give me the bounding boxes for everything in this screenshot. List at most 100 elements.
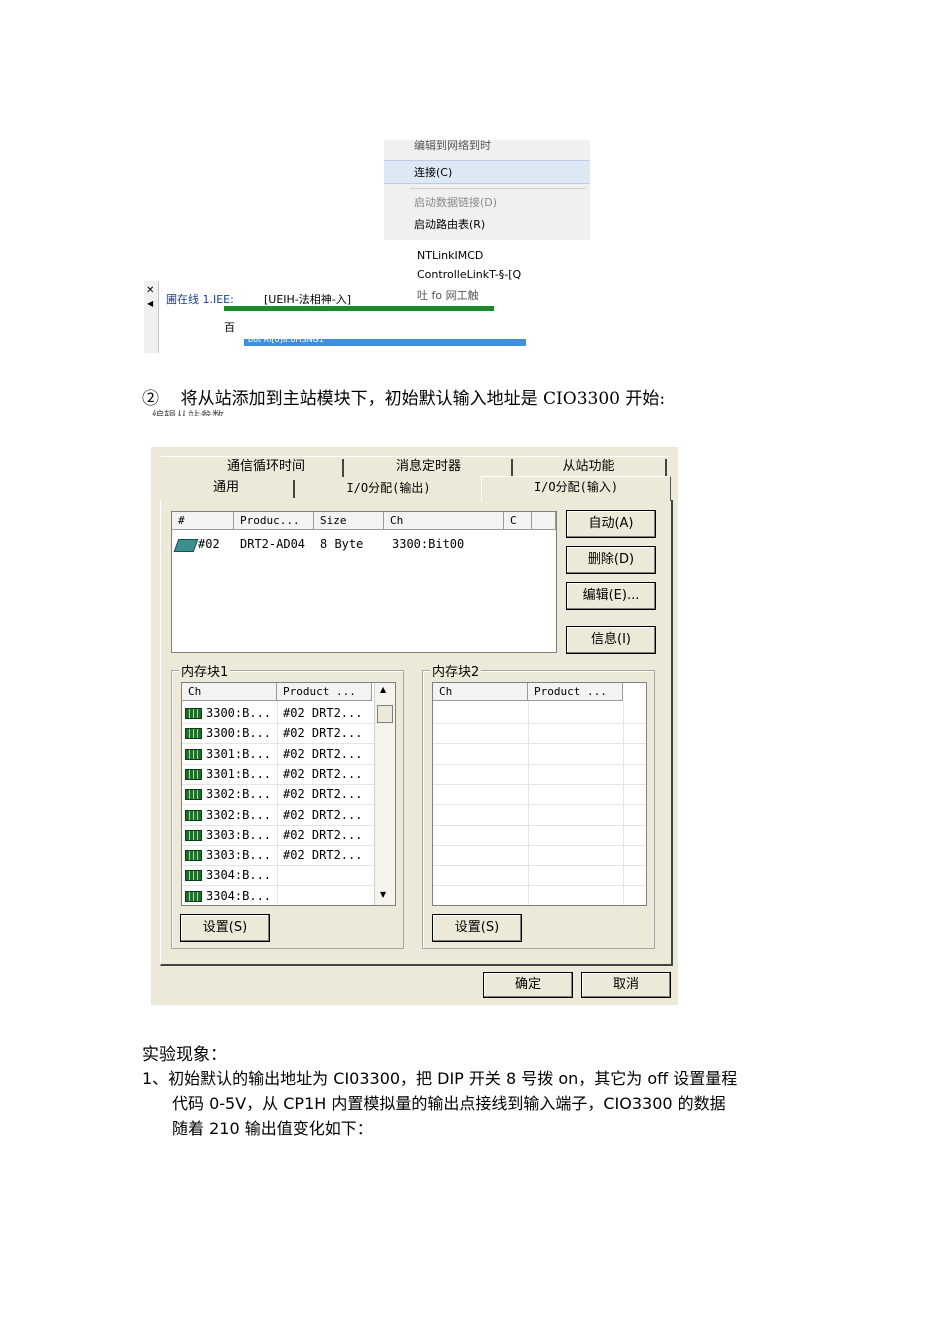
table-row[interactable]: 3303:B... #02 DRT2... — [182, 845, 374, 865]
grid-column-line — [623, 701, 624, 905]
close-icon[interactable]: ✕ — [146, 285, 154, 296]
cell-product: #02 DRT2... — [283, 848, 363, 863]
online-row-value: [UEIH-法相神-入] — [264, 293, 352, 306]
selected-row[interactable]: bot Ri[0]8.0HSNG1 — [244, 335, 526, 346]
scroll-down-icon[interactable]: ▼ — [380, 890, 386, 899]
network-line: NTLinkIMCD — [417, 249, 484, 262]
tab-io-input[interactable]: I/O分配(输入) — [483, 477, 669, 497]
results-line-1: 1、初始默认的输出地址为 CI03300，把 DIP 开关 8 号拨 on，其它… — [142, 1069, 738, 1088]
table-row[interactable]: #02 DRT2-AD04 8 Byte 3300:Bit00 — [172, 534, 556, 554]
cancel-button[interactable]: 取消 — [581, 972, 671, 998]
grid-line — [433, 844, 646, 846]
scroll-up-icon[interactable]: ▲ — [380, 685, 386, 694]
memory-icon — [185, 708, 202, 719]
cell-product: #02 DRT2... — [283, 787, 363, 802]
cell-ch: 3300:B... — [185, 723, 271, 743]
memory-icon — [185, 829, 202, 841]
menu-cut-text: 编辑到网络到时 — [414, 140, 491, 152]
arrow-left-icon[interactable]: ◀ — [147, 299, 153, 308]
col-header-product[interactable]: Product ... — [528, 683, 623, 701]
device-icon — [173, 539, 199, 552]
cell-ch: 3300:B... — [185, 703, 271, 723]
cell-ch-text: 3304:B... — [206, 888, 272, 903]
set-button-block2[interactable]: 设置(S) — [432, 914, 522, 942]
col-header-ch[interactable]: Ch — [384, 512, 504, 530]
col-header-c[interactable]: C — [504, 512, 532, 530]
info-button[interactable]: 信息(I) — [566, 626, 656, 654]
cell-ch-text: 3302:B... — [206, 807, 272, 822]
grid-line — [433, 865, 646, 867]
step2-text: 将从站添加到主站模块下，初始默认输入地址是 CIO3300 开始: — [180, 389, 666, 409]
tab-divider — [511, 459, 513, 477]
cell-ch: 3304:B... — [185, 865, 271, 885]
cell-ch: 3302:B... — [185, 805, 271, 825]
ok-button[interactable]: 确定 — [483, 972, 573, 998]
col-header-num[interactable]: # — [172, 512, 234, 530]
cell-ch-text: 3301:B... — [206, 766, 272, 781]
col-header-product[interactable]: Produc... — [234, 512, 314, 530]
edit-button[interactable]: 编辑(E)... — [566, 582, 656, 610]
cell-size: 8 Byte — [320, 537, 364, 551]
cell-product: DRT2-AD04 — [240, 537, 306, 551]
col-header-ch[interactable]: Ch — [433, 683, 528, 701]
menu-item-start-datalink[interactable]: 启动数据链接(D) — [414, 194, 497, 210]
table-row[interactable]: 3300:B... #02 DRT2... — [182, 703, 374, 723]
tab-comm-cycle[interactable]: 通信循环时间 — [181, 457, 351, 477]
tab-io-output[interactable]: I/O分配(输出) — [301, 478, 476, 498]
col-header-ch[interactable]: Ch — [182, 683, 277, 701]
memory-icon — [185, 748, 202, 760]
table-row[interactable]: 3301:B... #02 DRT2... — [182, 764, 374, 784]
cell-ch: 3300:Bit00 — [392, 537, 465, 551]
auto-button[interactable]: 自动(A) — [566, 510, 656, 538]
grid-line — [433, 804, 646, 806]
cell-ch: 3302:B... — [185, 784, 271, 804]
menu-separator — [410, 188, 586, 189]
network-line: ControlleLinkT-§-[Q — [417, 268, 522, 281]
cell-ch-text: 3304:B... — [206, 868, 272, 883]
menu-item-start-routing[interactable]: 启动路由表(R) — [414, 216, 485, 232]
cell-num: #02 — [198, 537, 220, 551]
tab-msg-timer[interactable]: 消息定时器 — [351, 457, 506, 477]
table-row[interactable]: 3304:B... — [182, 865, 374, 885]
set-button-block1[interactable]: 设置(S) — [180, 914, 270, 942]
memory-icon — [185, 850, 202, 862]
delete-button[interactable]: 删除(D) — [566, 546, 656, 574]
cell-ch: 3304:B... — [185, 886, 272, 905]
context-menu: 编辑到网络到时 连接(C) 启动数据链接(D) 启动路由表(R) — [384, 140, 590, 240]
col-header-size[interactable]: Size — [314, 512, 384, 530]
tab-slave-func[interactable]: 从站功能 — [516, 457, 661, 477]
tab-divider — [342, 459, 344, 477]
memory-icon — [185, 728, 202, 740]
table-row[interactable]: 3302:B... #02 DRT2... — [182, 784, 374, 804]
caption-cut: 编辑从站参数 — [152, 409, 225, 416]
cell-ch: 3301:B... — [185, 764, 271, 784]
memory-icon — [185, 789, 202, 801]
scrollbar[interactable]: ▲ ▼ — [374, 683, 395, 905]
tab-divider — [665, 459, 667, 477]
cell-ch: 3303:B... — [185, 845, 271, 865]
cell-ch: 3303:B... — [185, 825, 271, 845]
memory-icon — [185, 809, 202, 821]
table-row[interactable]: 3302:B... #02 DRT2... — [182, 805, 374, 825]
cell-ch-text: 3302:B... — [206, 787, 272, 802]
grid-line — [433, 743, 646, 745]
tab-divider — [293, 480, 295, 498]
scroll-thumb[interactable] — [377, 705, 393, 723]
table-row[interactable]: 3304:B... — [182, 886, 374, 905]
tab-general[interactable]: 通用 — [161, 478, 291, 498]
col-header-product[interactable]: Product ... — [277, 683, 372, 701]
grid-column-line — [277, 701, 278, 905]
grid-line — [433, 783, 646, 785]
slave-parameter-dialog: 通信循环时间 消息定时器 从站功能 通用 I/O分配(输出) I/O分配(输入)… — [151, 447, 678, 1005]
cell-product: #02 DRT2... — [283, 726, 363, 741]
table-row[interactable]: 3301:B... #02 DRT2... — [182, 744, 374, 764]
menu-item-connect[interactable]: 连接(C) — [414, 164, 452, 180]
scrollbar[interactable]: ✕ ◀ — [144, 281, 159, 353]
table-row[interactable]: 3300:B... #02 DRT2... — [182, 723, 374, 743]
cell-product: #02 DRT2... — [283, 766, 363, 781]
cell-product: #02 DRT2... — [283, 827, 363, 842]
table-row[interactable]: 3303:B... #02 DRT2... — [182, 825, 374, 845]
memory-block-1-title: 内存块1 — [179, 661, 231, 680]
network-list-fragment: NTLinkIMCD ControlleLinkT-§-[Q 吐 fo 网工触 … — [140, 245, 600, 355]
memory-block-2-table: Ch Product ... — [432, 682, 647, 906]
